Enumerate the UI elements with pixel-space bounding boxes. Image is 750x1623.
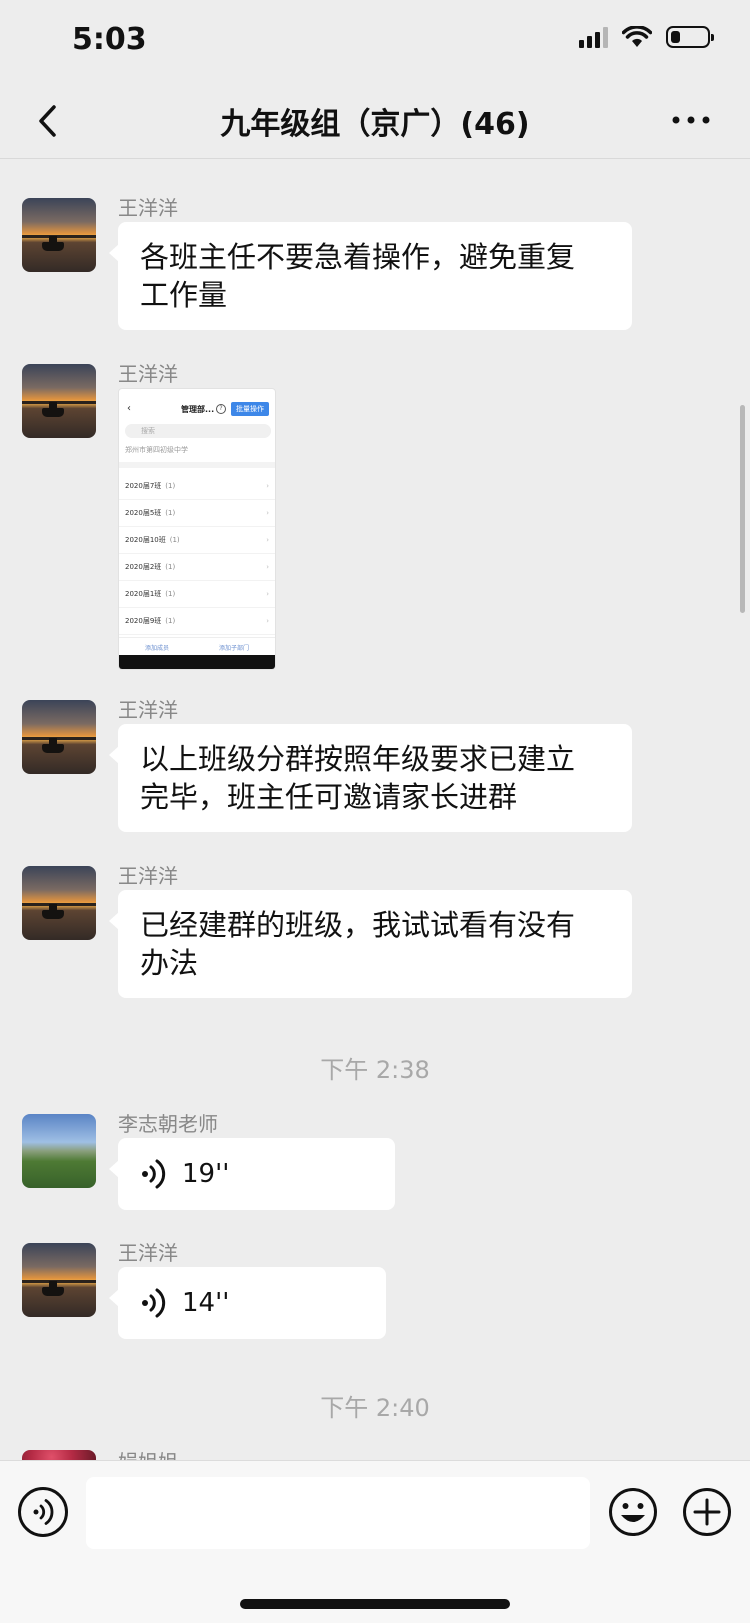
status-bar: 5:03 bbox=[0, 0, 750, 80]
message-text-line: 已经建群的班级，我试试看有没有 bbox=[140, 908, 576, 942]
thumb-action-button: 批量操作 bbox=[231, 402, 269, 416]
help-icon: ? bbox=[216, 404, 226, 414]
thumb-footer: 添加成员 添加子部门 bbox=[119, 637, 275, 655]
sender-name: 王洋洋 bbox=[118, 196, 178, 220]
image-message[interactable]: ‹ 管理部... ? 批量操作 搜索 郑州市第四初级中学 2020届7班 (1) ›… bbox=[118, 388, 276, 670]
message-text-line: 各班主任不要急着操作，避免重复 bbox=[140, 240, 576, 274]
sender-name: 王洋洋 bbox=[118, 362, 178, 386]
avatar[interactable] bbox=[22, 1243, 96, 1317]
message-text-line: 工作量 bbox=[140, 278, 228, 312]
battery-icon bbox=[666, 26, 714, 48]
chevron-right-icon: › bbox=[266, 590, 269, 598]
chat-header: 九年级组（京广）(46) bbox=[0, 85, 750, 159]
voice-message-bubble[interactable]: 14'' bbox=[109, 1267, 386, 1339]
plus-icon[interactable] bbox=[682, 1487, 732, 1537]
thumb-header: ‹ 管理部... ? 批量操作 bbox=[119, 401, 275, 419]
message-text-line: 完毕，班主任可邀请家长进群 bbox=[140, 780, 518, 814]
thumb-title: 管理部... bbox=[181, 405, 215, 414]
message-input[interactable] bbox=[86, 1477, 590, 1549]
thumb-nav-bar bbox=[119, 655, 275, 669]
emoji-icon[interactable] bbox=[608, 1487, 658, 1537]
sender-name: 王洋洋 bbox=[118, 864, 178, 888]
message-bubble[interactable]: 以上班级分群按照年级要求已建立 完毕，班主任可邀请家长进群 bbox=[109, 724, 632, 832]
signal-icon bbox=[579, 26, 608, 48]
chevron-right-icon: › bbox=[266, 536, 269, 544]
status-icons bbox=[579, 26, 714, 48]
avatar[interactable] bbox=[22, 700, 96, 774]
wifi-icon bbox=[622, 26, 652, 47]
thumb-row: 2020届9班 (1) › bbox=[119, 608, 275, 635]
thumb-row-name: 2020届10班 bbox=[125, 536, 166, 544]
voice-wave-icon bbox=[142, 1288, 166, 1318]
thumb-row-count: (1) bbox=[165, 563, 176, 571]
thumb-footer-left: 添加成员 bbox=[145, 645, 170, 652]
voice-wave-icon bbox=[33, 1499, 54, 1525]
message-text-line: 以上班级分群按照年级要求已建立 bbox=[140, 742, 576, 776]
chevron-right-icon: › bbox=[266, 509, 269, 517]
chevron-right-icon: › bbox=[266, 617, 269, 625]
input-bar bbox=[0, 1460, 750, 1623]
voice-duration: 19'' bbox=[182, 1159, 230, 1189]
avatar[interactable] bbox=[22, 1450, 96, 1460]
thumb-row-name: 2020届2班 bbox=[125, 563, 162, 571]
chevron-right-icon: › bbox=[266, 563, 269, 571]
thumb-row-name: 2020届7班 bbox=[125, 482, 162, 490]
avatar[interactable] bbox=[22, 198, 96, 272]
thumb-org: 郑州市第四初级中学 bbox=[125, 446, 188, 454]
voice-message-bubble[interactable]: 19'' bbox=[109, 1138, 395, 1210]
thumb-status-bar bbox=[119, 389, 275, 399]
divider bbox=[119, 462, 275, 468]
message-bubble[interactable]: 已经建群的班级，我试试看有没有 办法 bbox=[109, 890, 632, 998]
thumb-row-name: 2020届9班 bbox=[125, 617, 162, 625]
timestamp: 下午 2:40 bbox=[320, 1394, 430, 1422]
voice-toggle-button[interactable] bbox=[18, 1487, 68, 1537]
more-icon[interactable] bbox=[670, 105, 712, 135]
sender-name: 王洋洋 bbox=[118, 698, 178, 722]
thumb-row-name: 2020届5班 bbox=[125, 509, 162, 517]
thumb-row: 2020届5班 (1) › bbox=[119, 500, 275, 527]
thumb-search: 搜索 bbox=[125, 424, 271, 438]
thumb-row-name: 2020届1班 bbox=[125, 590, 162, 598]
message-text-line: 办法 bbox=[140, 946, 199, 980]
sender-name: 李志朝老师 bbox=[118, 1112, 218, 1136]
thumb-row-count: (1) bbox=[165, 617, 176, 625]
chevron-right-icon: › bbox=[266, 482, 269, 490]
message-bubble[interactable]: 各班主任不要急着操作，避免重复 工作量 bbox=[109, 222, 632, 330]
avatar[interactable] bbox=[22, 1114, 96, 1188]
thumb-footer-right: 添加子部门 bbox=[219, 645, 250, 652]
sender-name: 娟姐姐 bbox=[118, 1446, 178, 1460]
thumb-back-icon: ‹ bbox=[127, 403, 131, 414]
voice-duration: 14'' bbox=[182, 1288, 230, 1318]
scrollbar[interactable] bbox=[740, 405, 745, 613]
sender-name: 王洋洋 bbox=[118, 1241, 178, 1265]
thumb-row-count: (1) bbox=[165, 509, 176, 517]
voice-wave-icon bbox=[142, 1159, 166, 1189]
thumb-row: 2020届2班 (1) › bbox=[119, 554, 275, 581]
thumb-row: 2020届10班 (1) › bbox=[119, 527, 275, 554]
thumb-row-count: (1) bbox=[165, 590, 176, 598]
avatar[interactable] bbox=[22, 866, 96, 940]
timestamp: 下午 2:38 bbox=[320, 1056, 430, 1084]
chat-title: 九年级组（京广）(46) bbox=[220, 107, 530, 142]
status-time: 5:03 bbox=[72, 22, 147, 57]
thumb-row-count: (1) bbox=[165, 482, 176, 490]
thumb-row: 2020届1班 (1) › bbox=[119, 581, 275, 608]
home-indicator bbox=[240, 1599, 510, 1609]
thumb-row-count: (1) bbox=[169, 536, 180, 544]
thumb-row: 2020届7班 (1) › bbox=[119, 473, 275, 500]
avatar[interactable] bbox=[22, 364, 96, 438]
